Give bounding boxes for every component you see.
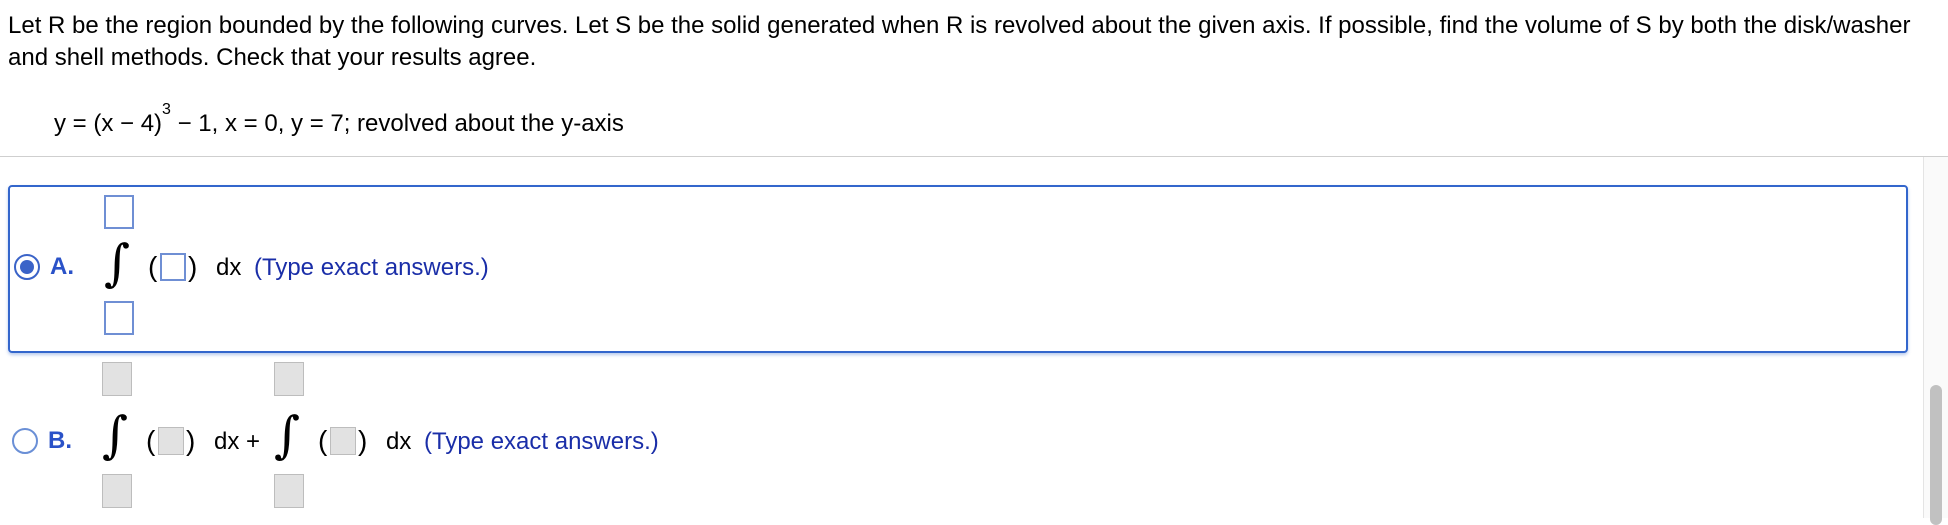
scrollbar-track[interactable] <box>1923 157 1948 525</box>
lower-limit-input-2[interactable] <box>274 474 304 508</box>
upper-limit-input-1[interactable] <box>102 362 132 396</box>
choice-b-letter: B. <box>48 427 72 454</box>
left-paren: ( <box>148 251 158 282</box>
integrand-input-1[interactable] <box>158 427 184 455</box>
choice-b[interactable]: B. ∫ ( ) dx + ∫ ( ) dx (Type exact answe… <box>8 352 1904 516</box>
upper-limit-input-2[interactable] <box>274 362 304 396</box>
choice-b-hint: (Type exact answers.) <box>424 428 659 455</box>
choice-b-dx: dx <box>386 428 412 455</box>
integral-sign-1: ∫ <box>102 406 129 464</box>
problem-formula: y = (x − 4)3 − 1, x = 0, y = 7; revolved… <box>54 102 624 142</box>
formula-exponent: 3 <box>162 101 171 118</box>
left-paren-2: ( <box>318 425 328 456</box>
choice-a-dx: dx <box>216 254 242 281</box>
left-paren-1: ( <box>146 425 156 456</box>
right-paren-1: ) <box>186 425 196 456</box>
choice-a-letter: A. <box>50 253 74 280</box>
right-paren-2: ) <box>358 425 368 456</box>
integral-sign: ∫ <box>104 234 131 292</box>
lower-limit-input-1[interactable] <box>102 474 132 508</box>
integrand-input[interactable] <box>160 253 186 281</box>
choice-a[interactable]: A. ∫ ( ) dx (Type exact answers.) <box>8 185 1908 353</box>
divider <box>0 156 1948 157</box>
scrollbar-thumb[interactable] <box>1930 385 1942 525</box>
problem-statement: Let R be the region bounded by the follo… <box>8 12 1911 71</box>
lower-limit-input[interactable] <box>104 301 134 335</box>
formula-suffix: − 1, x = 0, y = 7; revolved about the y-… <box>170 110 624 137</box>
formula-prefix: y = (x − 4) <box>54 110 163 137</box>
choice-b-dx-plus: dx + <box>214 428 261 455</box>
choice-a-hint: (Type exact answers.) <box>254 254 489 281</box>
right-paren: ) <box>188 251 198 282</box>
integral-sign-2: ∫ <box>274 406 301 464</box>
choice-a-radio[interactable] <box>14 254 40 280</box>
integrand-input-2[interactable] <box>330 427 356 455</box>
choice-b-radio[interactable] <box>12 428 38 454</box>
upper-limit-input[interactable] <box>104 195 134 229</box>
